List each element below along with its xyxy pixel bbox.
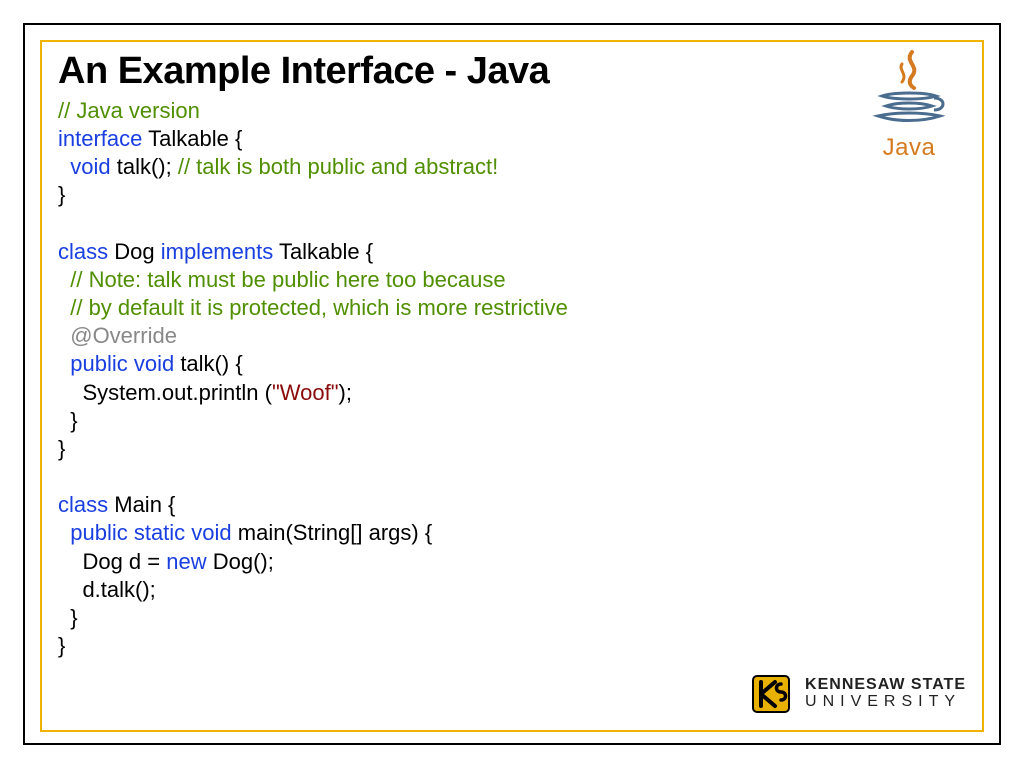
code-text: Dog bbox=[114, 239, 160, 264]
code-text: } bbox=[58, 605, 78, 630]
code-keyword: implements bbox=[161, 239, 279, 264]
ksu-name-line2: UNIVERSITY bbox=[805, 694, 966, 711]
code-keyword: new bbox=[166, 549, 212, 574]
code-text: Talkable { bbox=[148, 126, 242, 151]
code-comment: // Java version bbox=[58, 98, 200, 123]
code-keyword: class bbox=[58, 239, 114, 264]
code-text: Main { bbox=[114, 492, 175, 517]
code-comment: // Note: talk must be public here too be… bbox=[70, 267, 505, 292]
code-string: "Woof" bbox=[272, 380, 339, 405]
code-text: Dog d = bbox=[58, 549, 166, 574]
java-cup-icon bbox=[864, 50, 954, 130]
code-keyword: void bbox=[70, 154, 116, 179]
code-comment: // by default it is protected, which is … bbox=[70, 295, 568, 320]
ksu-logo-text: KENNESAW STATE UNIVERSITY bbox=[805, 677, 966, 711]
code-keyword: public void bbox=[70, 351, 180, 376]
java-logo-text: Java bbox=[854, 134, 964, 162]
code-text: } bbox=[58, 182, 65, 207]
code-keyword: class bbox=[58, 492, 114, 517]
code-text: d.talk(); bbox=[58, 577, 156, 602]
ksu-logo: KENNESAW STATE UNIVERSITY bbox=[747, 670, 966, 718]
code-text: talk(); bbox=[117, 154, 178, 179]
code-text: Talkable { bbox=[279, 239, 373, 264]
code-block: // Java version interface Talkable { voi… bbox=[58, 97, 966, 660]
code-text: } bbox=[58, 436, 65, 461]
code-keyword: public static void bbox=[70, 520, 238, 545]
java-logo: Java bbox=[854, 50, 964, 162]
code-keyword: interface bbox=[58, 126, 148, 151]
code-text: Dog(); bbox=[213, 549, 274, 574]
ksu-name-line1: KENNESAW STATE bbox=[805, 677, 966, 694]
code-text: main(String[] args) { bbox=[238, 520, 432, 545]
code-text: } bbox=[58, 633, 65, 658]
code-comment: // talk is both public and abstract! bbox=[178, 154, 498, 179]
ksu-shield-icon bbox=[747, 670, 795, 718]
code-text: } bbox=[58, 408, 78, 433]
code-text: System.out.println ( bbox=[58, 380, 272, 405]
slide-title: An Example Interface - Java bbox=[58, 50, 966, 93]
code-text: ); bbox=[339, 380, 352, 405]
code-annotation: @Override bbox=[70, 323, 177, 348]
slide-content: An Example Interface - Java // Java vers… bbox=[58, 50, 966, 660]
code-text: talk() { bbox=[180, 351, 242, 376]
